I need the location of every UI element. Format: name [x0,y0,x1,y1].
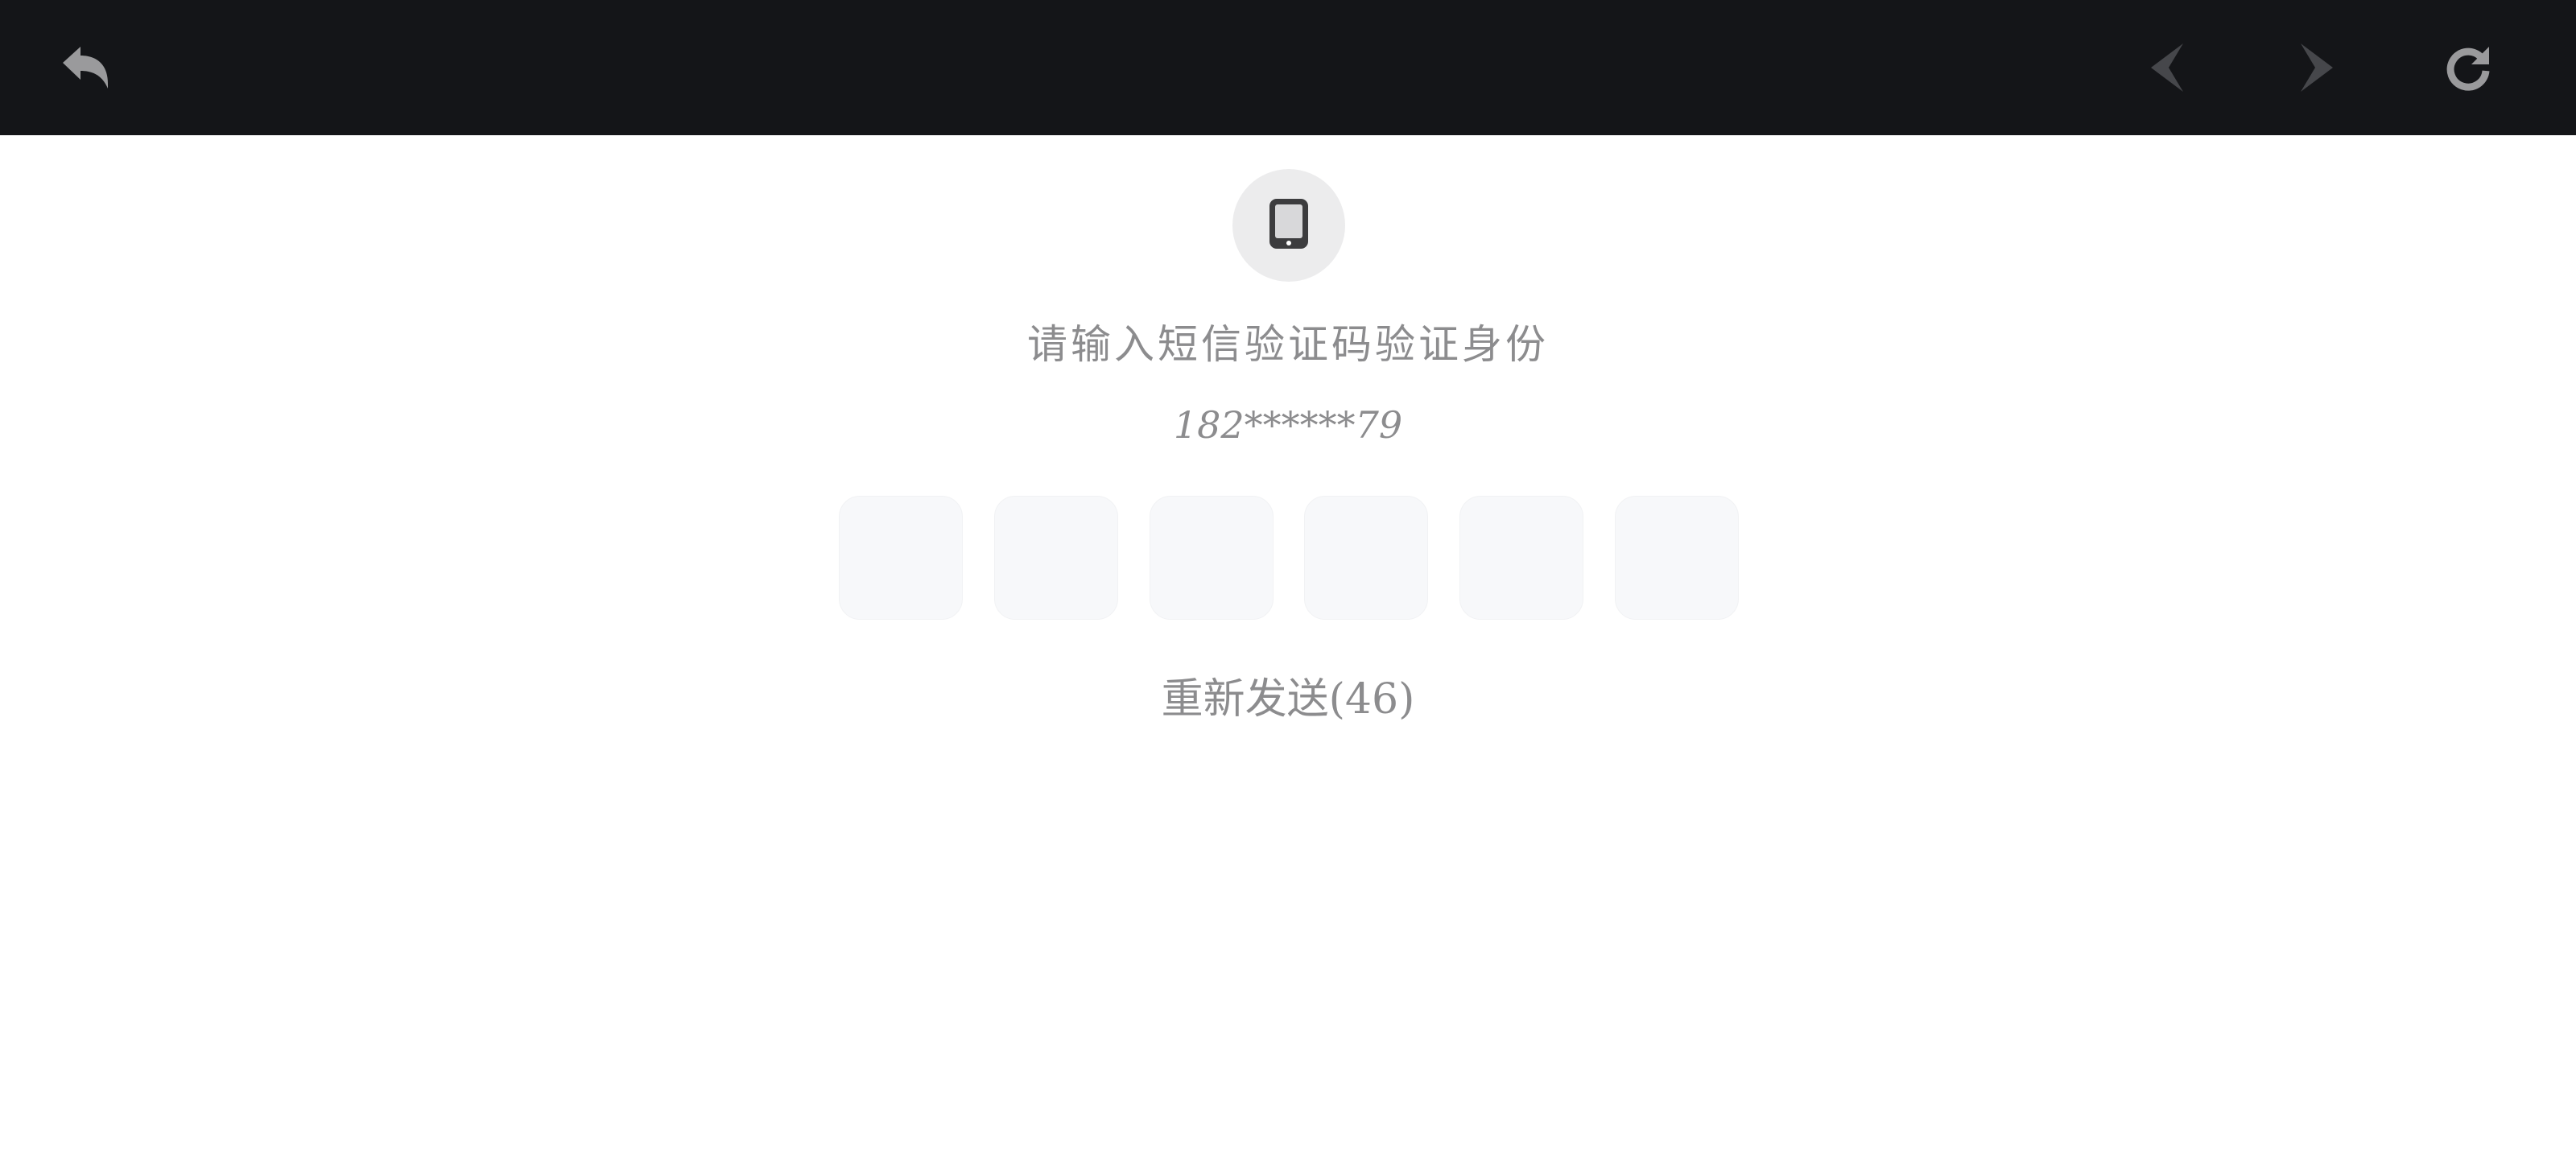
next-button[interactable] [2285,35,2349,100]
code-input-group [839,496,1739,621]
prev-button[interactable] [2135,35,2199,100]
prev-icon [2148,42,2186,93]
code-digit-6[interactable] [1615,496,1739,620]
masked-phone-number: 182******79 [1173,403,1403,447]
refresh-button[interactable] [2436,35,2500,100]
refresh-icon [2444,43,2492,92]
next-icon [2297,42,2336,93]
code-digit-2[interactable] [994,496,1118,620]
back-arrow-icon [60,43,111,92]
page-title: 请输入短信验证码验证身份 [1027,321,1549,368]
code-digit-5[interactable] [1459,496,1583,620]
back-button[interactable] [53,35,118,100]
verification-panel: 请输入短信验证码验证身份 182******79 重新发送(46) [0,135,2576,1159]
code-digit-3[interactable] [1150,496,1274,620]
top-toolbar [0,0,2576,135]
resend-countdown-button[interactable]: 重新发送(46) [0,671,2576,728]
code-digit-1[interactable] [839,496,963,620]
code-digit-4[interactable] [1304,496,1428,620]
smartphone-icon [1268,197,1310,254]
phone-icon-badge [1232,169,1345,282]
